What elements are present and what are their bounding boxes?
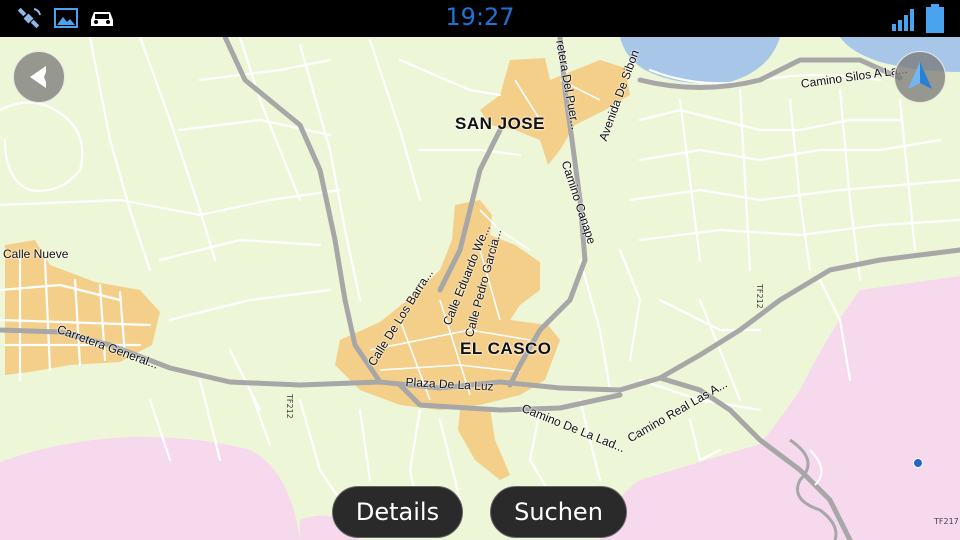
place-label-el-casco: EL CASCO [460,339,552,358]
location-dot [913,458,923,468]
navigation-arrow-icon [908,62,932,89]
battery-icon [924,4,946,39]
road-code-tf212: TF212 [755,284,764,309]
road-label-calle-nueve: Calle Nueve [3,247,69,261]
status-bar: 19:27 [0,0,960,37]
road-code-tf212: TF212 [285,394,294,419]
compass-button[interactable] [894,51,946,103]
back-button[interactable] [13,51,65,103]
status-clock: 19:27 [445,3,515,31]
details-button[interactable]: Details [332,486,463,538]
place-label-san-jose: SAN JOSE [455,114,545,133]
signal-icon [890,6,918,37]
map-view[interactable]: SAN JOSE EL CASCO Calle Nueve Carretera … [0,37,960,540]
search-button[interactable]: Suchen [490,486,627,538]
back-arrow-icon [30,66,46,88]
road-code-tf217: TF217 [934,517,959,526]
